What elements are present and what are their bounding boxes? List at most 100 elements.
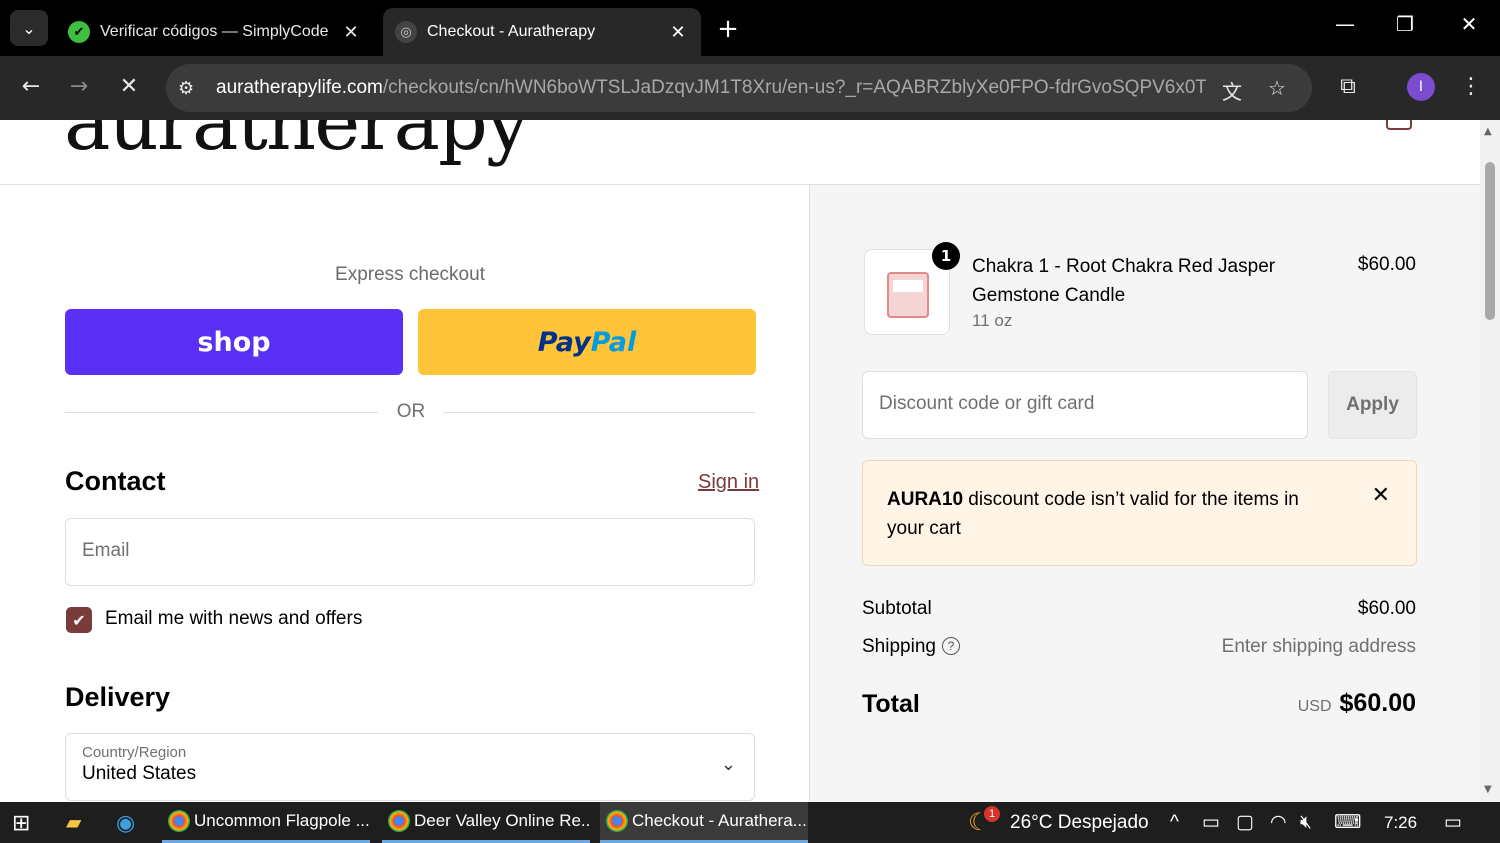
email-field[interactable]: Email: [65, 518, 755, 586]
alert-code: AURA10: [887, 489, 964, 510]
simplycodes-favicon-icon: ✔: [68, 21, 90, 43]
apply-discount-button[interactable]: Apply: [1328, 371, 1417, 439]
taskbar-app-chrome-1[interactable]: Uncommon Flagpole ...: [162, 802, 370, 843]
discount-error-alert: AURA10 discount code isn’t valid for the…: [862, 460, 1417, 566]
taskbar-app-chrome-2[interactable]: Deer Valley Online Re...: [382, 802, 590, 843]
or-divider-label: OR: [396, 401, 426, 422]
quantity-badge: 1: [932, 242, 960, 270]
clock[interactable]: 7:26: [1384, 802, 1417, 843]
windows-start-icon[interactable]: ⊞: [12, 802, 30, 843]
taskbar-app-title: Uncommon Flagpole ...: [194, 811, 370, 830]
product-name: Chakra 1 - Root Chakra Red Jasper Gemsto…: [972, 256, 1276, 306]
site-info-icon[interactable]: ⚙: [178, 78, 208, 99]
paypal-logo-pal: Pal: [590, 326, 637, 358]
close-tab-icon[interactable]: ✕: [667, 22, 689, 43]
url-host: auratherapylife.com: [216, 77, 383, 98]
order-summary: 1 Chakra 1 - Root Chakra Red Jasper Gems…: [809, 185, 1480, 802]
tab-checkout[interactable]: ◎ Checkout - Auratherapy ✕: [383, 8, 701, 56]
country-label: Country/Region: [82, 744, 187, 761]
shipping-row: Shipping?: [862, 636, 960, 658]
help-icon[interactable]: ?: [941, 637, 960, 655]
contact-heading: Contact: [65, 466, 166, 496]
chrome-icon: [388, 810, 410, 832]
file-explorer-icon[interactable]: ▰: [66, 802, 81, 843]
candle-image: [887, 272, 929, 318]
taskbar-app-title: Checkout - Auratherа...: [632, 811, 807, 830]
product-variant: 11 oz: [972, 311, 1013, 330]
divider: [65, 412, 378, 413]
total-currency: USD: [1297, 698, 1332, 715]
chevron-down-icon: ⌄: [22, 18, 36, 38]
extensions-icon[interactable]: ⧉: [1333, 74, 1363, 99]
meet-now-icon[interactable]: ▢: [1236, 802, 1254, 843]
news-offers-checkbox[interactable]: ✔: [66, 607, 92, 633]
auratherapy-favicon-icon: ◎: [395, 21, 417, 43]
volume-muted-icon[interactable]: 🔇︎: [1300, 802, 1312, 843]
tab-simplycodes[interactable]: ✔ Verificar códigos — SimplyCode ✕: [56, 8, 374, 56]
country-value: United States: [82, 763, 197, 784]
sign-in-link[interactable]: Sign in: [698, 471, 759, 494]
stop-loading-icon[interactable]: ✕: [114, 74, 144, 99]
tab-title: Verificar códigos — SimplyCode: [100, 23, 329, 40]
shop-pay-button[interactable]: shop: [65, 309, 403, 375]
back-icon[interactable]: ←: [16, 74, 46, 99]
shipping-value: Enter shipping address: [1221, 636, 1416, 657]
news-offers-label[interactable]: Email me with news and offers: [105, 608, 362, 630]
store-header: auratherapy: [0, 120, 1480, 185]
close-icon[interactable]: ✕: [1372, 483, 1390, 508]
chrome-icon: [606, 810, 628, 832]
notifications-icon[interactable]: ▭: [1444, 802, 1462, 843]
browser-toolbar: ← → ✕ ⚙ auratherapylife.com/checkouts/cn…: [0, 56, 1500, 120]
browser-tab-bar: ⌄ ✔ Verificar códigos — SimplyCode ✕ ◎ C…: [0, 0, 1500, 56]
url-text[interactable]: auratherapylife.com/checkouts/cn/hWN6boW…: [216, 77, 1206, 99]
chevron-down-icon: ⌄: [720, 754, 736, 774]
windows-taskbar: ⊞ ▰ ◉ Uncommon Flagpole ... Deer Valley …: [0, 802, 1500, 843]
battery-icon[interactable]: ▭: [1202, 802, 1220, 843]
country-select[interactable]: Country/Region United States ⌄: [65, 733, 755, 801]
tab-title: Checkout - Auratherapy: [427, 23, 596, 40]
edge-icon[interactable]: ◉: [116, 802, 135, 843]
scrollbar-thumb[interactable]: [1485, 162, 1495, 320]
translate-icon[interactable]: 文: [1222, 76, 1242, 105]
new-tab-button[interactable]: +: [713, 14, 743, 44]
keyboard-icon[interactable]: ⌨: [1334, 802, 1361, 843]
delivery-heading: Delivery: [65, 682, 171, 712]
checkmark-icon: ✔: [72, 610, 86, 630]
checkout-page: auratherapy Express checkout shop Pay Pal…: [0, 120, 1480, 802]
tab-search-button[interactable]: ⌄: [10, 10, 48, 46]
shipping-label: Shipping: [862, 636, 936, 657]
profile-avatar[interactable]: I: [1407, 73, 1435, 101]
show-hidden-icons-icon[interactable]: ^: [1170, 802, 1179, 843]
divider: [443, 412, 755, 413]
weather-text[interactable]: 26°C Despejado: [1010, 802, 1149, 843]
scroll-down-icon[interactable]: ▼: [1484, 784, 1492, 795]
wifi-icon[interactable]: ◠: [1270, 802, 1287, 843]
browser-menu-icon[interactable]: ⋮: [1456, 74, 1486, 99]
scroll-up-icon[interactable]: ▲: [1484, 126, 1492, 137]
weather-badge: 1: [984, 806, 1000, 822]
url-path: /checkouts/cn/hWN6boWTSLJaDzqvJM1T8Xru/e…: [382, 77, 1206, 98]
paypal-logo-pay: Pay: [537, 326, 591, 358]
subtotal-label: Subtotal: [862, 598, 932, 619]
total-amount: USD $60.00: [1298, 689, 1416, 718]
paypal-button[interactable]: Pay Pal: [418, 309, 756, 375]
window-close-icon[interactable]: ✕: [1454, 12, 1484, 36]
subtotal-value: $60.00: [1357, 598, 1416, 619]
express-checkout-label: Express checkout: [335, 264, 485, 285]
total-value: $60.00: [1339, 689, 1416, 717]
bookmark-star-icon[interactable]: ☆: [1268, 76, 1286, 100]
product-price: $60.00: [1357, 254, 1416, 275]
page-scrollbar[interactable]: ▲ ▼: [1480, 120, 1500, 802]
forward-icon[interactable]: →: [64, 74, 94, 99]
taskbar-app-chrome-3[interactable]: Checkout - Auratherа...: [600, 802, 808, 843]
restore-icon[interactable]: ❐: [1390, 12, 1420, 36]
address-bar[interactable]: ⚙ auratherapylife.com/checkouts/cn/hWN6b…: [166, 64, 1312, 112]
minimize-icon[interactable]: —: [1330, 12, 1360, 36]
checkout-form: Express checkout shop Pay Pal OR Contact …: [0, 185, 808, 802]
discount-code-field[interactable]: Discount code or gift card: [862, 371, 1308, 439]
store-logo[interactable]: auratherapy: [64, 120, 530, 168]
cart-icon[interactable]: [1386, 120, 1412, 130]
alert-message: AURA10 discount code isn’t valid for the…: [887, 485, 1327, 543]
close-tab-icon[interactable]: ✕: [340, 22, 362, 43]
chrome-icon: [168, 810, 190, 832]
